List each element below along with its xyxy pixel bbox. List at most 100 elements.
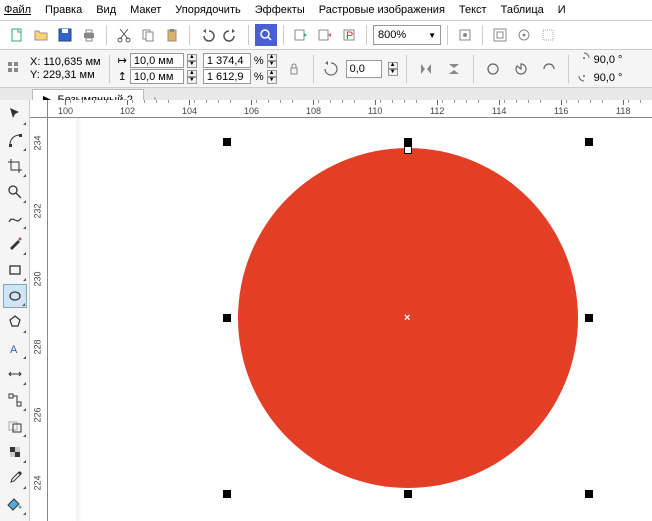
toolbox: A	[0, 100, 30, 521]
snap-button[interactable]	[454, 24, 476, 46]
ellipse-mode-button[interactable]	[482, 58, 504, 80]
mirror-h-button[interactable]	[415, 58, 437, 80]
menu-effects[interactable]: Эффекты	[255, 2, 305, 18]
selection-center: ×	[404, 312, 410, 324]
pie-mode-button[interactable]	[510, 58, 532, 80]
width-field[interactable]: 10,0 мм	[130, 53, 184, 68]
zoom-tool[interactable]	[3, 180, 27, 204]
ruler-vertical[interactable]: 234 232 230 228 226 224	[30, 118, 48, 521]
publish-button[interactable]: P	[338, 24, 360, 46]
pick-tool[interactable]	[3, 102, 27, 126]
mirror-v-button[interactable]	[443, 58, 465, 80]
selection-handle-nw[interactable]	[223, 138, 231, 146]
scale-x-spinner[interactable]: ▲▼	[267, 54, 277, 68]
rotation-spinner[interactable]: ▲▼	[388, 62, 398, 76]
print-button[interactable]	[78, 24, 100, 46]
selection-handle-n[interactable]	[404, 138, 412, 146]
connector-tool[interactable]	[3, 388, 27, 412]
transparency-tool[interactable]	[3, 440, 27, 464]
height-spinner[interactable]: ▲▼	[187, 70, 197, 84]
end-angle-icon	[577, 69, 591, 86]
ruler-tick: 232	[30, 206, 48, 216]
options-button-3[interactable]	[537, 24, 559, 46]
menu-file[interactable]: Файл	[4, 2, 31, 18]
ruler-horizontal[interactable]: 100102104106108110112114116118	[48, 100, 652, 118]
rotation-icon	[322, 60, 340, 78]
width-icon: ↦	[118, 54, 127, 67]
canvas[interactable]: ×	[48, 118, 652, 521]
freehand-tool[interactable]	[3, 206, 27, 230]
scale-x-field[interactable]: 1 374,4	[203, 53, 251, 68]
page-edge	[74, 118, 76, 521]
menu-bar: Файл Правка Вид Макет Упорядочить Эффект…	[0, 0, 652, 21]
ruler-tick: 230	[30, 274, 48, 284]
scale-y-field[interactable]: 1 612,9	[203, 69, 251, 84]
scale-fields: 1 374,4 % ▲▼ 1 612,9 % ▲▼	[203, 53, 277, 84]
width-spinner[interactable]: ▲▼	[187, 54, 197, 68]
standard-toolbar: P 800% ▼	[0, 21, 652, 50]
effects-tool[interactable]	[3, 414, 27, 438]
options-button-2[interactable]	[513, 24, 535, 46]
scale-y-spinner[interactable]: ▲▼	[267, 70, 277, 84]
workspace: A 100102104106108110112114116118 2342322…	[0, 100, 652, 521]
height-icon: ↥	[118, 70, 127, 83]
canvas-area: 100102104106108110112114116118 234 232 230…	[30, 100, 652, 521]
height-field[interactable]: 10,0 мм	[130, 69, 184, 84]
new-button[interactable]	[6, 24, 28, 46]
paste-button[interactable]	[161, 24, 183, 46]
menu-bitmap[interactable]: Растровые изображения	[319, 2, 445, 18]
selection-handle-e[interactable]	[585, 314, 593, 322]
zoom-value: 800%	[378, 29, 406, 41]
dimension-tool[interactable]	[3, 362, 27, 386]
ruler-tick: 234	[30, 138, 48, 148]
menu-arrange[interactable]: Упорядочить	[175, 2, 240, 18]
arc-mode-button[interactable]	[538, 58, 560, 80]
undo-button[interactable]	[196, 24, 218, 46]
copy-button[interactable]	[137, 24, 159, 46]
selection-handle-se[interactable]	[585, 490, 593, 498]
open-button[interactable]	[30, 24, 52, 46]
polygon-tool[interactable]	[3, 310, 27, 334]
position-icon	[6, 60, 24, 78]
eyedropper-tool[interactable]	[3, 466, 27, 490]
zoom-combo[interactable]: 800% ▼	[373, 25, 441, 45]
options-button-1[interactable]	[489, 24, 511, 46]
menu-view[interactable]: Вид	[96, 2, 116, 18]
menu-layout[interactable]: Макет	[130, 2, 161, 18]
menu-text[interactable]: Текст	[459, 2, 487, 18]
import-button[interactable]	[290, 24, 312, 46]
menu-edit[interactable]: Правка	[45, 2, 82, 18]
artistic-media-tool[interactable]	[3, 232, 27, 256]
selection-handle-sw[interactable]	[223, 490, 231, 498]
menu-table[interactable]: Таблица	[501, 2, 544, 18]
fill-tool[interactable]	[3, 492, 27, 516]
redo-button[interactable]	[220, 24, 242, 46]
rectangle-tool[interactable]	[3, 258, 27, 282]
chevron-down-icon: ▼	[428, 31, 436, 40]
angle-fields: 90,0° 90,0°	[577, 51, 623, 86]
property-bar: X: 110,635 мм Y: 229,31 мм ↦ 10,0 мм ▲▼ …	[0, 50, 652, 88]
rotation-field[interactable]: 0,0	[346, 60, 382, 78]
shape-tool[interactable]	[3, 128, 27, 152]
start-angle-icon	[577, 51, 591, 68]
ellipse-tool[interactable]	[3, 284, 27, 308]
crop-tool[interactable]	[3, 154, 27, 178]
ruler-tick: 224	[30, 478, 48, 488]
size-fields: ↦ 10,0 мм ▲▼ ↥ 10,0 мм ▲▼	[118, 53, 197, 84]
search-button[interactable]	[255, 24, 277, 46]
cut-button[interactable]	[113, 24, 135, 46]
selection-handle-ne[interactable]	[585, 138, 593, 146]
ruler-origin[interactable]	[30, 100, 48, 118]
export-button[interactable]	[314, 24, 336, 46]
svg-text:A: A	[10, 344, 18, 356]
ruler-tick: 226	[30, 410, 48, 420]
save-button[interactable]	[54, 24, 76, 46]
menu-more[interactable]: И	[558, 2, 566, 18]
text-tool[interactable]: A	[3, 336, 27, 360]
selection-handle-s[interactable]	[404, 490, 412, 498]
ellipse-node[interactable]	[404, 146, 412, 154]
lock-ratio-button[interactable]	[283, 58, 305, 80]
position-readout: X: 110,635 мм Y: 229,31 мм	[30, 56, 101, 81]
selection-handle-w[interactable]	[223, 314, 231, 322]
ruler-tick: 228	[30, 342, 48, 352]
